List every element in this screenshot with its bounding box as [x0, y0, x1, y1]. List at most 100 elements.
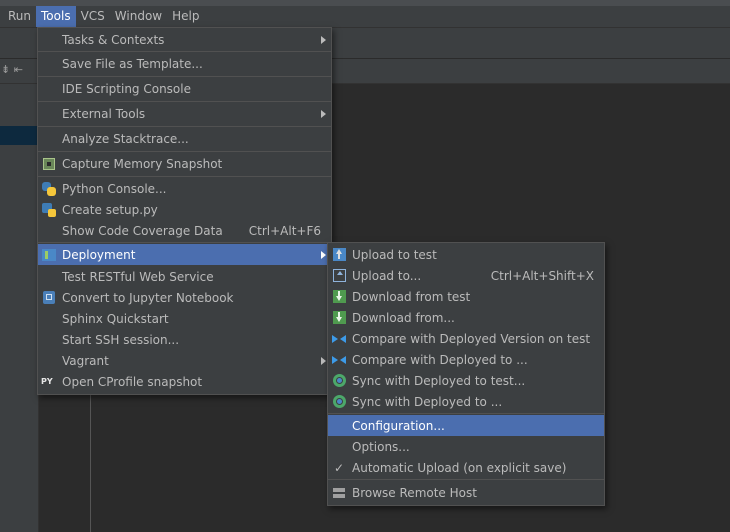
blank-icon — [41, 332, 57, 348]
menu-separator — [38, 242, 331, 243]
menu-item-label: Browse Remote Host — [352, 485, 477, 500]
menu-item-vagrant[interactable]: Vagrant — [38, 350, 331, 371]
menu-item-save-file-as-template[interactable]: Save File as Template... — [38, 53, 331, 74]
submenu-arrow-icon — [321, 35, 326, 44]
sync-icon — [331, 373, 347, 389]
menu-item-test-restful[interactable]: Test RESTful Web Service — [38, 266, 331, 287]
menu-item-label: Upload to... — [352, 268, 422, 283]
menu-separator — [38, 51, 331, 52]
menu-item-label: Sync with Deployed to ... — [352, 394, 503, 409]
menu-item-shortcut: Ctrl+Alt+F6 — [248, 223, 321, 238]
menu-item-label: Options... — [352, 439, 410, 454]
deployment-icon — [41, 247, 57, 263]
menu-item-label: Configuration... — [352, 418, 445, 433]
menu-item-show-code-coverage[interactable]: Show Code Coverage Data Ctrl+Alt+F6 — [38, 220, 331, 241]
editor-gutter-line — [90, 392, 91, 532]
menu-item-label: Test RESTful Web Service — [62, 269, 214, 284]
blank-icon — [41, 56, 57, 72]
menu-item-label: Convert to Jupyter Notebook — [62, 290, 234, 305]
menu-item-label: Vagrant — [62, 353, 109, 368]
menu-item-label: Show Code Coverage Data — [62, 223, 223, 238]
menu-help[interactable]: Help — [167, 6, 204, 27]
blank-icon — [41, 32, 57, 48]
tools-dropdown-menu: Tasks & Contexts Save File as Template..… — [37, 27, 332, 395]
menu-item-create-setup-py[interactable]: Create setup.py — [38, 199, 331, 220]
menu-item-label: Automatic Upload (on explicit save) — [352, 460, 567, 475]
project-selected-row[interactable] — [0, 126, 38, 145]
memory-chip-icon — [41, 156, 57, 172]
menu-item-analyze-stacktrace[interactable]: Analyze Stacktrace... — [38, 128, 331, 149]
menu-item-sync-deployed-test[interactable]: Sync with Deployed to test... — [328, 370, 604, 391]
menu-item-download-from-test[interactable]: Download from test — [328, 286, 604, 307]
upload-icon — [331, 247, 347, 263]
menu-item-label: Sphinx Quickstart — [62, 311, 169, 326]
compare-icon — [331, 352, 347, 368]
menu-item-label: Download from test — [352, 289, 471, 304]
menu-item-configuration[interactable]: Configuration... — [328, 415, 604, 436]
menu-item-external-tools[interactable]: External Tools — [38, 103, 331, 124]
python-setup-icon — [41, 202, 57, 218]
menu-item-label: Python Console... — [62, 181, 167, 196]
menu-item-label: Compare with Deployed to ... — [352, 352, 528, 367]
menu-tools[interactable]: Tools — [36, 6, 76, 27]
menu-item-label: Upload to test — [352, 247, 437, 262]
submenu-arrow-icon — [321, 356, 326, 365]
menu-item-upload-to-test[interactable]: Upload to test — [328, 244, 604, 265]
menu-item-download-from[interactable]: Download from... — [328, 307, 604, 328]
menu-item-label: Start SSH session... — [62, 332, 180, 347]
toolbar-collapse-icon[interactable]: ⇟ ⇤ — [1, 63, 23, 76]
main-menubar: Run Tools VCS Window Help — [0, 6, 730, 28]
menu-item-shortcut: Ctrl+Alt+Shift+X — [490, 268, 594, 283]
menu-item-sphinx-quickstart[interactable]: Sphinx Quickstart — [38, 308, 331, 329]
menu-item-label: Deployment — [62, 247, 136, 262]
menu-item-label: Sync with Deployed to test... — [352, 373, 526, 388]
menu-vcs[interactable]: VCS — [76, 6, 110, 27]
blank-icon — [41, 311, 57, 327]
menu-separator — [38, 176, 331, 177]
project-panel — [0, 84, 39, 532]
menu-item-label: Capture Memory Snapshot — [62, 156, 223, 171]
menu-separator — [328, 479, 604, 480]
blank-icon — [331, 418, 347, 434]
sync-icon — [331, 394, 347, 410]
jupyter-icon — [41, 290, 57, 306]
menu-item-label: Download from... — [352, 310, 455, 325]
menu-item-label: IDE Scripting Console — [62, 81, 191, 96]
menu-item-convert-jupyter[interactable]: Convert to Jupyter Notebook — [38, 287, 331, 308]
menu-item-options[interactable]: Options... — [328, 436, 604, 457]
menu-item-compare-deployed-test[interactable]: Compare with Deployed Version on test — [328, 328, 604, 349]
remote-host-icon — [331, 485, 347, 501]
menu-item-label: Create setup.py — [62, 202, 158, 217]
menu-item-upload-to[interactable]: Upload to... Ctrl+Alt+Shift+X — [328, 265, 604, 286]
submenu-arrow-icon — [321, 109, 326, 118]
menu-item-start-ssh[interactable]: Start SSH session... — [38, 329, 331, 350]
menu-item-label: Save File as Template... — [62, 56, 203, 71]
menu-item-tasks-contexts[interactable]: Tasks & Contexts — [38, 29, 331, 50]
menu-item-ide-scripting-console[interactable]: IDE Scripting Console — [38, 78, 331, 99]
menu-item-label: Tasks & Contexts — [62, 32, 165, 47]
menu-item-label: Compare with Deployed Version on test — [352, 331, 591, 346]
blank-icon — [41, 81, 57, 97]
menu-item-sync-deployed-to[interactable]: Sync with Deployed to ... — [328, 391, 604, 412]
menu-run[interactable]: Run — [0, 6, 36, 27]
python-icon — [41, 181, 57, 197]
menu-item-python-console[interactable]: Python Console... — [38, 178, 331, 199]
menu-separator — [38, 76, 331, 77]
menu-item-automatic-upload[interactable]: ✓ Automatic Upload (on explicit save) — [328, 457, 604, 478]
menu-window[interactable]: Window — [110, 6, 167, 27]
cprofile-py-icon: PY — [41, 376, 53, 386]
menu-item-label: Open CProfile snapshot — [62, 374, 203, 389]
menu-separator — [38, 151, 331, 152]
upload-to-icon — [331, 268, 347, 284]
checkmark-icon: ✓ — [333, 460, 345, 475]
menu-item-label: External Tools — [62, 106, 146, 121]
menu-item-open-cprofile[interactable]: PY Open CProfile snapshot — [38, 371, 331, 392]
blank-icon — [41, 353, 57, 369]
menu-item-capture-memory-snapshot[interactable]: Capture Memory Snapshot — [38, 153, 331, 174]
submenu-arrow-icon — [321, 250, 326, 259]
menu-separator — [38, 126, 331, 127]
menu-separator — [328, 413, 604, 414]
menu-item-compare-deployed-to[interactable]: Compare with Deployed to ... — [328, 349, 604, 370]
menu-item-browse-remote-host[interactable]: Browse Remote Host — [328, 482, 604, 503]
menu-item-deployment[interactable]: Deployment — [38, 244, 331, 265]
